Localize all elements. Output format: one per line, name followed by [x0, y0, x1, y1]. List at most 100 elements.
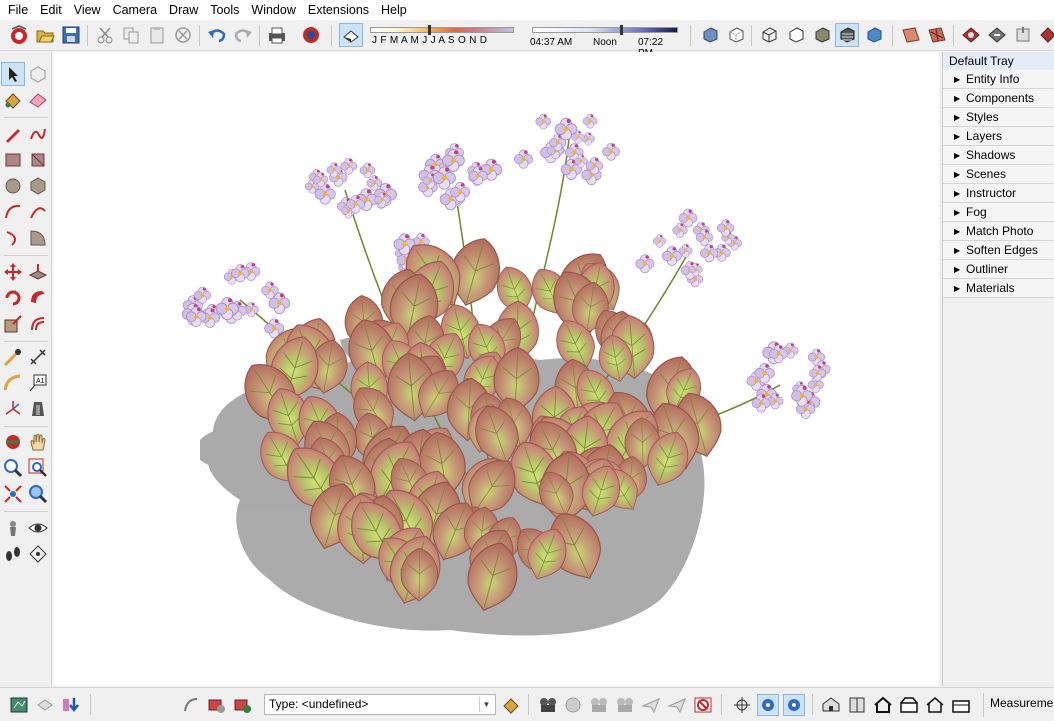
- panel-match-photo[interactable]: ▶ Match Photo: [943, 222, 1054, 241]
- section-display-icon[interactable]: [925, 23, 949, 47]
- warehouse-icon[interactable]: [959, 23, 983, 47]
- menu-draw[interactable]: Draw: [163, 0, 204, 20]
- 3d-text-icon[interactable]: [26, 397, 50, 421]
- text-tool-icon[interactable]: A1: [26, 371, 50, 395]
- dynamic-components-icon[interactable]: [206, 694, 228, 716]
- open-folder-icon[interactable]: [33, 23, 57, 47]
- iso-view-icon[interactable]: [820, 694, 842, 716]
- make-component-icon[interactable]: [26, 62, 50, 86]
- print-icon[interactable]: [265, 23, 289, 47]
- share-model-icon[interactable]: [985, 23, 1009, 47]
- cut-icon[interactable]: [93, 23, 117, 47]
- panel-styles[interactable]: ▶ Styles: [943, 108, 1054, 127]
- tray-title[interactable]: Default Tray: [943, 52, 1054, 70]
- paste-icon[interactable]: [145, 23, 169, 47]
- shadow-month-slider[interactable]: J F M A M J J A S O N D: [366, 24, 518, 48]
- geolocation-icon[interactable]: [8, 694, 30, 716]
- follow-me-icon[interactable]: [26, 286, 50, 310]
- component-options-icon[interactable]: [232, 694, 254, 716]
- line-pencil-icon[interactable]: [1, 122, 25, 146]
- credits-icon[interactable]: [34, 694, 56, 716]
- three-point-arc-icon[interactable]: [1, 226, 25, 250]
- zoom-extents-icon[interactable]: [1, 482, 25, 506]
- share-component-icon[interactable]: [1011, 23, 1035, 47]
- xray-icon[interactable]: [698, 23, 722, 47]
- previous-view-icon[interactable]: [26, 482, 50, 506]
- back-view-icon[interactable]: [924, 694, 946, 716]
- section-plane-tool-icon[interactable]: [26, 542, 50, 566]
- time-slider-thumb[interactable]: [620, 25, 623, 35]
- download-arrow-icon[interactable]: [60, 694, 82, 716]
- month-slider-thumb[interactable]: [428, 25, 431, 35]
- paint-bucket-icon[interactable]: [1, 88, 25, 112]
- camera-reel-icon[interactable]: [537, 694, 559, 716]
- offset-icon[interactable]: [26, 312, 50, 336]
- panel-scenes[interactable]: ▶ Scenes: [943, 165, 1054, 184]
- menu-window[interactable]: Window: [245, 0, 301, 20]
- save-icon[interactable]: [59, 23, 83, 47]
- gear-active-2-icon[interactable]: [783, 694, 805, 716]
- redo-icon[interactable]: [231, 23, 255, 47]
- monochrome-icon[interactable]: [862, 23, 886, 47]
- front-view-icon[interactable]: [872, 694, 894, 716]
- two-point-arc-icon[interactable]: [26, 200, 50, 224]
- gear-active-icon[interactable]: [757, 694, 779, 716]
- right-view-icon[interactable]: [898, 694, 920, 716]
- hidden-line-icon[interactable]: [784, 23, 808, 47]
- panel-shadows[interactable]: ▶ Shadows: [943, 146, 1054, 165]
- panel-outliner[interactable]: ▶ Outliner: [943, 260, 1054, 279]
- wireframe-icon[interactable]: [757, 23, 781, 47]
- extension-warehouse-icon[interactable]: [1036, 23, 1054, 47]
- axes-icon[interactable]: [1, 397, 25, 421]
- new-model-icon[interactable]: [7, 23, 31, 47]
- film-disabled-2-icon[interactable]: [614, 694, 636, 716]
- shadows-toggle-icon[interactable]: [339, 23, 363, 47]
- pie-icon[interactable]: [26, 226, 50, 250]
- shaded-icon[interactable]: [810, 23, 834, 47]
- shadow-time-slider[interactable]: 04:37 AM Noon 07:22 PM: [530, 24, 680, 59]
- panel-fog[interactable]: ▶ Fog: [943, 203, 1054, 222]
- instructor-icon[interactable]: [180, 694, 202, 716]
- film-disabled-icon[interactable]: [588, 694, 610, 716]
- freehand-icon[interactable]: [26, 122, 50, 146]
- panel-materials[interactable]: ▶ Materials: [943, 279, 1054, 298]
- tape-measure-icon[interactable]: [1, 345, 25, 369]
- copy-icon[interactable]: [119, 23, 143, 47]
- panel-components[interactable]: ▶ Components: [943, 89, 1054, 108]
- push-pull-icon[interactable]: [26, 260, 50, 284]
- menu-file[interactable]: File: [2, 0, 34, 20]
- menu-edit[interactable]: Edit: [34, 0, 68, 20]
- menu-extensions[interactable]: Extensions: [302, 0, 375, 20]
- move-icon[interactable]: [1, 260, 25, 284]
- orbit-icon[interactable]: [1, 430, 25, 454]
- position-camera-icon[interactable]: [1, 516, 25, 540]
- protractor-icon[interactable]: [1, 371, 25, 395]
- chevron-down-icon[interactable]: ▼: [479, 697, 493, 712]
- panel-instructor[interactable]: ▶ Instructor: [943, 184, 1054, 203]
- menu-camera[interactable]: Camera: [107, 0, 163, 20]
- eraser-icon[interactable]: [26, 88, 50, 112]
- crosshair-icon[interactable]: [731, 694, 753, 716]
- left-view-icon[interactable]: [950, 694, 972, 716]
- erase-icon[interactable]: [171, 23, 195, 47]
- type-field[interactable]: Type: <undefined> ▼: [264, 694, 496, 715]
- look-around-eye-icon[interactable]: [26, 516, 50, 540]
- panel-entity-info[interactable]: ▶ Entity Info: [943, 70, 1054, 89]
- zoom-window-icon[interactable]: [26, 456, 50, 480]
- scale-icon[interactable]: [1, 312, 25, 336]
- polygon-icon[interactable]: [26, 174, 50, 198]
- paper-plane-icon[interactable]: [640, 694, 662, 716]
- menu-help[interactable]: Help: [375, 0, 413, 20]
- stop-render-icon[interactable]: [692, 694, 714, 716]
- rectangle-icon[interactable]: [1, 148, 25, 172]
- pan-hand-icon[interactable]: [26, 430, 50, 454]
- paint-tag-icon[interactable]: [500, 694, 522, 716]
- panel-soften-edges[interactable]: ▶ Soften Edges: [943, 241, 1054, 260]
- plant-model-scene[interactable]: [53, 52, 939, 686]
- rotate-icon[interactable]: [1, 286, 25, 310]
- shaded-textures-icon[interactable]: [835, 23, 859, 47]
- rotated-rectangle-icon[interactable]: [26, 148, 50, 172]
- zoom-icon[interactable]: [1, 456, 25, 480]
- circle-icon[interactable]: [1, 174, 25, 198]
- section-plane-icon[interactable]: [899, 23, 923, 47]
